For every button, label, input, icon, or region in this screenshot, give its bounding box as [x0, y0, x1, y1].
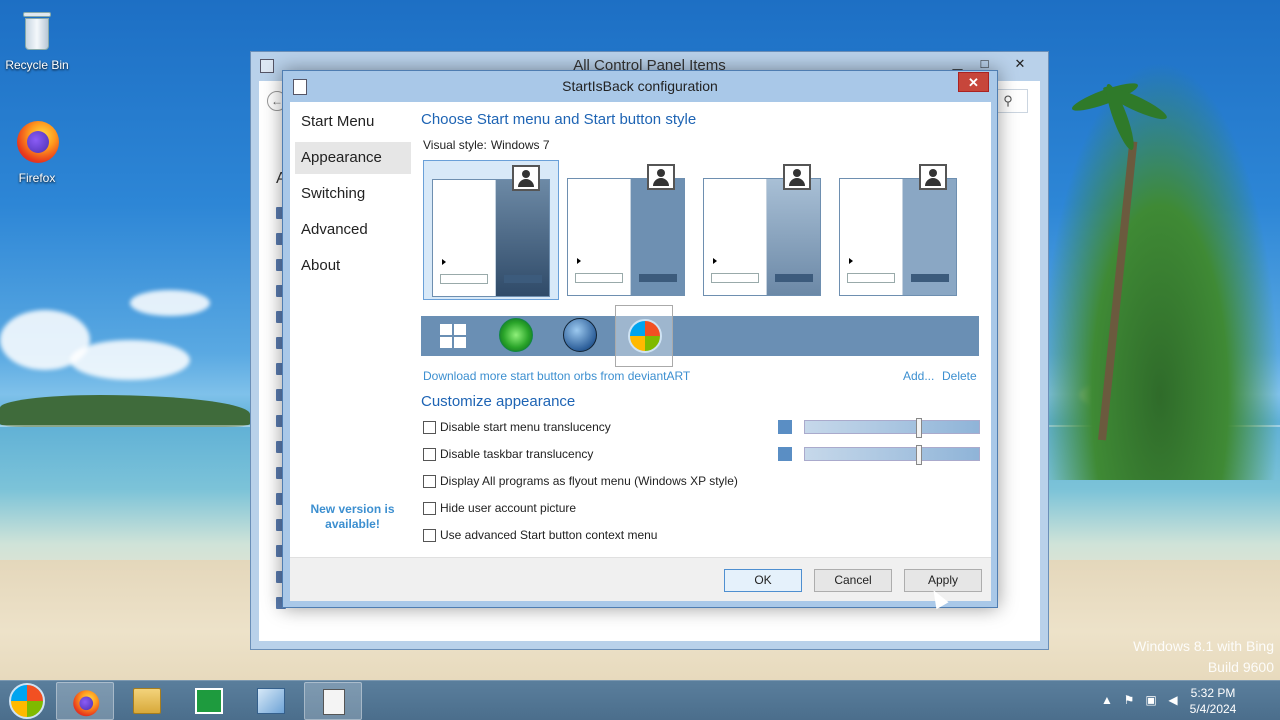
new-version-link[interactable]: New version is available!	[300, 502, 405, 532]
windows7-orb-icon	[9, 683, 45, 719]
file-explorer-icon	[133, 688, 161, 714]
color-swatch[interactable]	[778, 420, 792, 434]
taskbar-app-store[interactable]	[180, 682, 238, 720]
firefox-icon	[72, 689, 100, 717]
start-style-thumbnail[interactable]	[695, 160, 831, 300]
checkbox-row[interactable]: Display All programs as flyout menu (Win…	[423, 473, 738, 489]
sidebar-item-switching[interactable]: Switching	[295, 178, 411, 210]
slider-track[interactable]	[804, 445, 980, 465]
start-orb-option[interactable]	[551, 318, 609, 354]
checkbox[interactable]	[423, 474, 436, 488]
start-button[interactable]	[6, 683, 48, 719]
start-style-thumbnail[interactable]	[559, 160, 695, 300]
clock-time: 5:32 PM	[1190, 686, 1236, 700]
desktop-icon-label: Recycle Bin	[5, 58, 69, 72]
checkbox-row[interactable]: Hide user account picture	[423, 500, 576, 516]
checkbox-label: Display All programs as flyout menu (Win…	[440, 474, 738, 488]
tray-overflow-icon[interactable]: ▲	[1100, 693, 1114, 707]
visual-style-value: Windows 7	[490, 138, 550, 152]
dialog-client: Start Menu Appearance Switching Advanced…	[290, 102, 991, 601]
section-heading-start-style: Choose Start menu and Start button style	[421, 111, 697, 128]
desktop-icon-firefox[interactable]: Firefox	[0, 119, 74, 185]
sidebar-item-start-menu[interactable]: Start Menu	[295, 106, 411, 138]
color-swatch[interactable]	[778, 447, 792, 461]
checkbox-row[interactable]: Use advanced Start button context menu	[423, 527, 657, 543]
clover-orb-icon	[499, 318, 533, 352]
sidebar-item-about[interactable]: About	[295, 250, 411, 282]
user-account-icon	[919, 164, 947, 190]
start-orb-option[interactable]	[424, 318, 482, 354]
taskbar-app-control-panel[interactable]	[242, 682, 300, 720]
checkbox[interactable]	[423, 501, 436, 515]
sidebar-item-appearance[interactable]: Appearance	[295, 142, 411, 174]
dialog-title: StartIsBack configuration	[562, 78, 718, 94]
checkbox[interactable]	[423, 528, 436, 542]
network-icon[interactable]: ▣	[1144, 693, 1158, 707]
download-orbs-link[interactable]: Download more start button orbs from dev…	[423, 369, 690, 383]
user-account-icon	[512, 165, 540, 191]
start-orb-selector	[421, 305, 979, 367]
taskbar-app-startisback[interactable]	[304, 682, 362, 720]
startisback-config-dialog: StartIsBack configuration ✕ Start Menu A…	[282, 70, 998, 608]
slider-thumb[interactable]	[916, 445, 922, 465]
taskbar-app-firefox[interactable]	[56, 682, 114, 720]
desktop-icon-recycle-bin[interactable]: Recycle Bin	[0, 6, 74, 72]
appearance-panel: Choose Start menu and Start button style…	[421, 102, 991, 555]
visual-style-label: Visual style:	[423, 138, 487, 152]
user-account-icon	[783, 164, 811, 190]
system-tray: ▲ ⚑ ▣ ◀ 5:32 PM 5/4/2024	[1100, 681, 1280, 720]
checkbox-label: Disable start menu translucency	[440, 420, 611, 434]
cancel-button[interactable]: Cancel	[814, 569, 892, 592]
slider-track[interactable]	[804, 418, 980, 438]
apply-button[interactable]: Apply	[904, 569, 982, 592]
startisback-icon	[323, 689, 345, 715]
sidebar-item-advanced[interactable]: Advanced	[295, 214, 411, 246]
windows7-orb-icon	[628, 319, 662, 353]
dialog-footer: OK Cancel Apply	[290, 557, 991, 601]
checkbox-row[interactable]: Disable start menu translucency	[423, 419, 611, 435]
windows-watermark: Windows 8.1 with Bing Build 9600	[1133, 636, 1274, 678]
taskbar-app-file-explorer[interactable]	[118, 682, 176, 720]
cloud	[70, 340, 190, 380]
checkbox-row[interactable]: Disable taskbar translucency	[423, 446, 593, 462]
store-icon	[195, 688, 223, 714]
desktop-icon-label: Firefox	[18, 171, 56, 185]
user-account-icon	[647, 164, 675, 190]
checkbox[interactable]	[423, 420, 436, 434]
windows-flag-orb-icon	[563, 318, 597, 352]
start-style-thumbnail[interactable]	[831, 160, 967, 300]
close-button[interactable]: ✕	[998, 54, 1042, 74]
delete-orb-link[interactable]: Delete	[942, 369, 977, 383]
add-orb-link[interactable]: Add...	[903, 369, 934, 383]
clock-date: 5/4/2024	[1189, 702, 1237, 716]
taskbar-translucency-slider[interactable]	[778, 445, 980, 465]
start-menu-translucency-slider[interactable]	[778, 418, 980, 438]
checkbox[interactable]	[423, 447, 436, 461]
clock[interactable]: 5:32 PM 5/4/2024	[1178, 685, 1248, 717]
island	[0, 395, 250, 427]
section-heading-customize: Customize appearance	[421, 393, 576, 410]
action-center-flag-icon[interactable]: ⚑	[1122, 693, 1136, 707]
slider-thumb[interactable]	[916, 418, 922, 438]
dialog-close-button[interactable]: ✕	[958, 72, 989, 92]
firefox-icon	[15, 119, 59, 167]
checkbox-label: Disable taskbar translucency	[440, 447, 594, 461]
checkbox-label: Use advanced Start button context menu	[440, 528, 658, 542]
start-orb-option[interactable]	[487, 318, 545, 354]
settings-sidebar: Start Menu Appearance Switching Advanced…	[290, 102, 416, 555]
windows8-orb-icon	[440, 324, 466, 348]
watermark-line2: Build 9600	[1207, 659, 1274, 675]
trees	[1040, 60, 1280, 480]
taskbar: ▲ ⚑ ▣ ◀ 5:32 PM 5/4/2024	[0, 680, 1280, 720]
control-panel-icon	[257, 688, 285, 714]
ok-button[interactable]: OK	[724, 569, 802, 592]
visual-style-row: Visual style: Windows 7	[423, 138, 550, 152]
start-orb-option[interactable]	[615, 305, 673, 367]
recycle-bin-icon	[15, 6, 59, 54]
cloud	[130, 290, 210, 316]
watermark-line1: Windows 8.1 with Bing	[1133, 638, 1274, 654]
checkbox-label: Hide user account picture	[440, 501, 577, 515]
start-style-thumbnail[interactable]	[423, 160, 559, 300]
